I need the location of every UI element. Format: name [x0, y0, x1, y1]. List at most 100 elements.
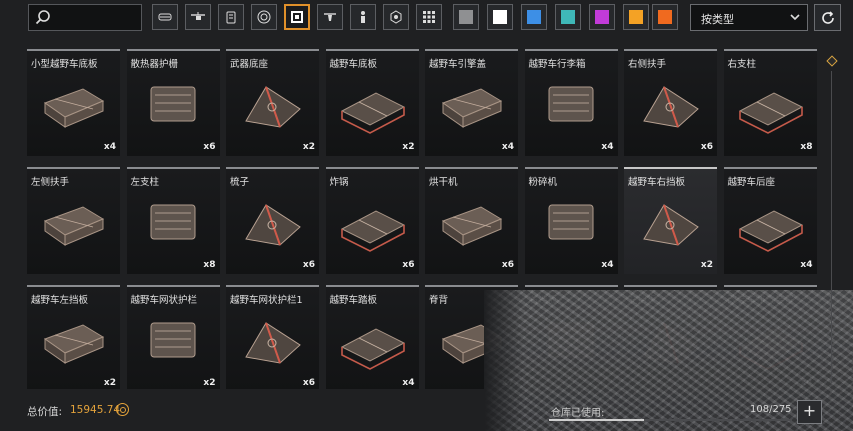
item-card[interactable]: 右支柱 x8 [723, 49, 817, 156]
search-input[interactable] [55, 8, 141, 29]
item-card[interactable]: 左侧扶手 [27, 167, 120, 274]
item-thumbnail [643, 86, 699, 128]
storage-progress [549, 419, 792, 421]
swatch-red-orange [658, 10, 672, 24]
item-quantity: x6 [700, 142, 713, 152]
item-card[interactable]: 越野车底板 x2 [325, 49, 419, 156]
item-thumbnail [150, 204, 195, 240]
storage-count: 108/275 [750, 404, 792, 415]
item-thumbnail [43, 88, 105, 128]
item-thumbnail [548, 204, 593, 240]
item-card[interactable]: 武器底座 x2 [226, 49, 319, 156]
item-name: 脊背 [429, 295, 449, 306]
item-thumbnail [43, 206, 105, 246]
hex-module-icon [390, 10, 402, 24]
item-quantity: x4 [103, 142, 116, 152]
item-quantity: x4 [601, 260, 614, 270]
color-filter-gray[interactable] [453, 4, 479, 30]
item-card[interactable]: 越野车网状护栏1 x6 [226, 285, 319, 389]
item-card[interactable]: 越野车行李箱 x4 [524, 49, 618, 156]
refresh-button[interactable] [814, 4, 841, 31]
fuel-tank-icon [226, 11, 236, 24]
scrollbar[interactable] [826, 55, 838, 385]
item-name: 越野车右挡板 [628, 177, 686, 188]
item-name: 炸锅 [329, 177, 349, 188]
item-thumbnail [441, 88, 503, 128]
item-quantity: x6 [203, 142, 216, 152]
item-name: 越野车行李箱 [528, 59, 586, 70]
item-name: 武器底座 [230, 59, 269, 70]
category-turret-gun-button[interactable] [317, 4, 343, 30]
item-thumbnail [150, 322, 195, 358]
item-card[interactable]: 右侧扶手 x6 [624, 49, 717, 156]
search-icon [35, 10, 50, 25]
search-box[interactable] [28, 4, 142, 31]
item-quantity: x8 [800, 142, 813, 152]
item-thumbnail [441, 206, 503, 246]
item-name: 右支柱 [727, 59, 757, 70]
scroll-thumb[interactable] [826, 55, 838, 67]
category-frame-part-button[interactable] [284, 4, 310, 30]
category-all-button[interactable] [416, 4, 442, 30]
sort-dropdown[interactable]: 按类型 [690, 4, 808, 31]
item-thumbnail [245, 204, 301, 246]
turret-gun-icon [324, 13, 336, 21]
item-name: 越野车引擎盖 [429, 59, 487, 70]
item-quantity: x2 [203, 378, 216, 388]
item-thumbnail [245, 86, 301, 128]
color-filter-cyan[interactable] [555, 4, 581, 30]
item-card[interactable]: 越野车右挡板 x2 [624, 167, 717, 274]
character-icon [361, 11, 365, 23]
item-quantity: x6 [402, 260, 415, 270]
item-card[interactable]: 散热器护栅 x6 [126, 49, 220, 156]
item-card[interactable]: 小型越野车底板 x4 [27, 49, 120, 156]
frame-part-icon [291, 11, 303, 23]
item-name: 左侧扶手 [31, 177, 70, 188]
item-card[interactable]: 越野车引擎盖 x4 [425, 49, 518, 156]
color-filter-orange[interactable] [623, 4, 649, 30]
item-name: 梳子 [230, 177, 250, 188]
item-card[interactable]: 粉碎机 x4 [524, 167, 618, 274]
refresh-icon [821, 10, 834, 24]
category-wheel-button[interactable] [251, 4, 277, 30]
color-filter-red-orange[interactable] [652, 4, 678, 30]
storage-progress-fill [549, 419, 645, 421]
item-name: 越野车底板 [329, 59, 378, 70]
swatch-cyan [561, 10, 575, 24]
item-quantity: x2 [103, 378, 116, 388]
item-thumbnail [340, 92, 405, 134]
category-hex-module-button[interactable] [383, 4, 409, 30]
item-name: 越野车网状护栏1 [230, 295, 303, 306]
item-name: 粉碎机 [528, 177, 558, 188]
item-name: 越野车左挡板 [31, 295, 89, 306]
swatch-gray [459, 10, 473, 24]
category-fuel-tank-button[interactable] [218, 4, 244, 30]
item-card[interactable]: 梳子 x6 [226, 167, 319, 274]
color-filter-blue[interactable] [521, 4, 547, 30]
item-name: 越野车后座 [727, 177, 776, 188]
add-storage-button[interactable]: + [797, 400, 822, 424]
item-card[interactable]: 越野车踏板 x4 [325, 285, 419, 389]
item-card[interactable]: 烘干机 x6 [425, 167, 518, 274]
item-quantity: x4 [800, 260, 813, 270]
item-card[interactable]: 越野车左挡板 x2 [27, 285, 120, 389]
item-thumbnail [738, 92, 803, 134]
scroll-track [831, 71, 832, 383]
color-filter-white[interactable] [487, 4, 513, 30]
item-card[interactable]: 炸锅 x6 [325, 167, 419, 274]
category-vehicle-body-button[interactable] [152, 4, 178, 30]
item-quantity: x2 [302, 142, 315, 152]
item-card[interactable]: 越野车网状护栏 x2 [126, 285, 220, 389]
swatch-blue [527, 10, 541, 24]
item-card[interactable]: 越野车后座 x4 [723, 167, 817, 274]
item-name: 散热器护栅 [130, 59, 179, 70]
color-filter-purple[interactable] [589, 4, 615, 30]
category-aircraft-button[interactable] [185, 4, 211, 30]
item-thumbnail [43, 324, 105, 364]
item-thumbnail [150, 86, 195, 122]
chevron-down-icon [790, 14, 800, 21]
item-card[interactable]: 左支柱 x8 [126, 167, 220, 274]
grid-all-icon [423, 11, 435, 23]
item-thumbnail [245, 322, 301, 364]
category-character-button[interactable] [350, 4, 376, 30]
